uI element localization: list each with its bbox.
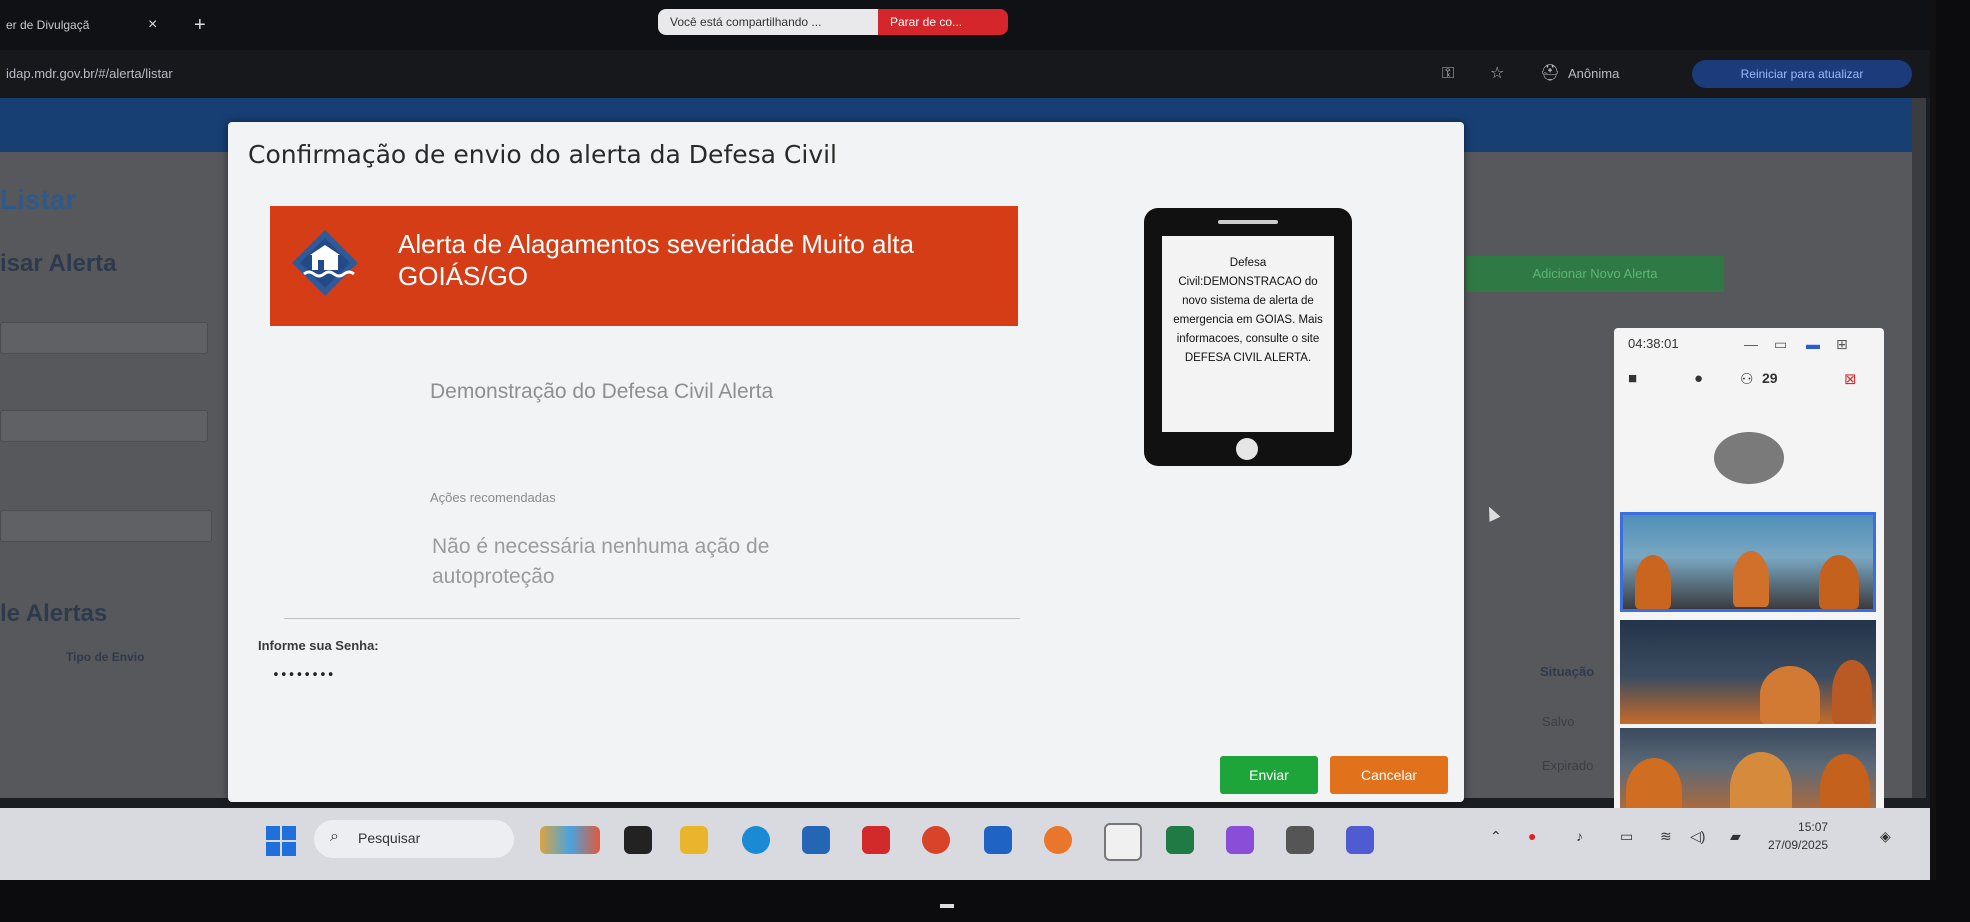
notification-icon[interactable]: ◈ [1880,828,1891,845]
microphone-icon[interactable]: ● [1694,370,1703,387]
sharing-message: Você está compartilhando ... [658,9,878,35]
page-heading-alertas: le Alertas [0,600,108,627]
taskbar-search[interactable]: ⌕ Pesquisar [314,820,514,858]
add-alert-button[interactable]: Adicionar Novo Alerta [1466,256,1724,292]
stop-sharing-button[interactable]: Parar de co... [878,9,1008,35]
participant-count: 29 [1762,370,1778,386]
page-heading-listar: Listar [0,184,77,215]
layout-icon[interactable]: ▬ [1806,336,1820,352]
phone-preview: Defesa Civil:DEMONSTRACAO do novo sistem… [1144,208,1352,466]
person [1832,660,1872,724]
minimize-icon[interactable]: — [1744,336,1758,352]
battery-icon[interactable]: ▰ [1730,828,1741,845]
filter-select-1[interactable] [0,322,208,354]
clock-time: 15:07 [1798,820,1829,834]
close-icon[interactable]: × [148,8,157,42]
send-button[interactable]: Enviar [1220,756,1318,794]
acrobat-icon[interactable] [862,826,890,854]
divider [284,618,1020,619]
camera-icon[interactable]: ■ [1628,370,1637,387]
teams-icon[interactable] [1346,826,1374,854]
search-icon: ⌕ [330,828,339,845]
recommended-actions-text: Não é necessária nenhuma ação de autopro… [432,535,770,588]
restore-icon[interactable]: ▭ [1774,336,1787,353]
display-icon[interactable]: ▭ [1620,828,1633,845]
password-field[interactable] [270,662,874,688]
new-tab-button[interactable]: + [194,8,206,42]
password-key-icon[interactable]: ⚿ [1442,62,1454,86]
alert-description: Demonstração do Defesa Civil Alerta [430,380,774,403]
mic-icon[interactable]: ♪ [1576,828,1583,844]
participants-icon[interactable]: ⚇ [1740,370,1753,388]
wifi-icon[interactable]: ≋ [1660,828,1672,845]
column-header-situacao: Situação [1540,664,1595,679]
leave-call-icon[interactable]: ⊠ [1844,370,1857,388]
monitor-power-led [940,904,954,908]
store-icon[interactable] [802,826,830,854]
taskbar-clock[interactable]: 15:07 27/09/2025 [1768,818,1828,854]
search-label: Pesquisar [358,830,421,846]
relaunch-button[interactable]: Reiniciar para atualizar [1692,60,1912,88]
recommended-actions-label: Ações recomendadas [430,490,556,505]
dialog-title: Confirmação de envio do alerta da Defesa… [248,140,838,169]
incognito-icon: ⛑ [1540,65,1561,82]
person [1635,555,1671,609]
windows-taskbar: ⌕ Pesquisar ⌃ ● ♪ ▭ ≋ ◁) ▰ 15:07 27/09/2… [0,808,1930,880]
person [1733,551,1769,607]
phone-alert-message: Defesa Civil:DEMONSTRACAO do novo sistem… [1173,257,1323,364]
chevron-up-icon[interactable]: ⌃ [1490,828,1502,845]
incognito-label[interactable]: Anônima [1568,62,1619,86]
excel-icon[interactable] [1166,826,1194,854]
network-tool-icon[interactable] [1286,826,1314,854]
outlook-icon[interactable] [984,826,1012,854]
column-header-tipo-envio: Tipo de Envio [66,650,145,664]
grid-icon[interactable]: ⊞ [1836,336,1848,353]
firefox-icon[interactable] [1044,826,1072,854]
volume-icon[interactable]: ◁) [1690,828,1705,845]
page-heading-pesquisar: isar Alerta [0,250,117,277]
filter-select-3[interactable] [0,510,212,542]
url-field[interactable]: idap.mdr.gov.br/#/alerta/listar [0,50,173,98]
status-expirado: Expirado [1542,758,1594,773]
person [1819,555,1859,609]
chrome-icon[interactable] [1104,823,1142,861]
video-tile-2[interactable] [1620,620,1876,724]
video-tile-1[interactable] [1620,512,1876,612]
cancel-button[interactable]: Cancelar [1330,756,1448,794]
task-view-icon[interactable] [624,826,652,854]
meeting-timer: 04:38:01 [1628,336,1679,351]
person [1760,666,1820,724]
file-explorer-icon[interactable] [680,826,708,854]
password-label: Informe sua Senha: [258,638,379,653]
phone-screen: Defesa Civil:DEMONSTRACAO do novo sistem… [1162,236,1334,432]
avatar [1714,432,1784,484]
alert-banner: Alerta de Alagamentos severidade Muito a… [270,206,1018,326]
address-bar: idap.mdr.gov.br/#/alerta/listar ⚿ ☆ ⛑ An… [0,50,1930,98]
start-windows-icon[interactable] [266,826,296,856]
status-salvo: Salvo [1542,714,1575,729]
page-scrollbar[interactable] [1912,98,1926,798]
filter-input-2[interactable] [0,410,208,442]
tray-app-icon[interactable]: ● [1528,828,1536,844]
alert-title: Alerta de Alagamentos severidade Muito a… [398,229,914,291]
phone-home-button [1236,438,1258,460]
powerpoint-icon[interactable] [922,826,950,854]
star-icon[interactable]: ☆ [1490,62,1504,86]
confirm-alert-dialog: Confirmação de envio do alerta da Defesa… [228,122,1464,802]
browser-tab-bar: er de Divulgaçã × + Você está compartilh… [0,0,1930,50]
screen-share-bar: Você está compartilhando ... Parar de co… [658,9,1008,35]
meeting-panel: 04:38:01 — ▭ ▬ ⊞ ■ ● ⚇ 29 ⊠ [1614,328,1884,828]
browser-tab[interactable]: er de Divulgaçã [0,8,190,42]
phone-speaker [1218,220,1278,224]
pen-icon[interactable] [1226,826,1254,854]
widgets-icon[interactable] [540,826,600,854]
flood-alert-icon [292,230,358,296]
edge-icon[interactable] [742,826,770,854]
clock-date: 27/09/2025 [1768,838,1829,852]
monitor-screen: er de Divulgaçã × + Você está compartilh… [0,0,1936,880]
